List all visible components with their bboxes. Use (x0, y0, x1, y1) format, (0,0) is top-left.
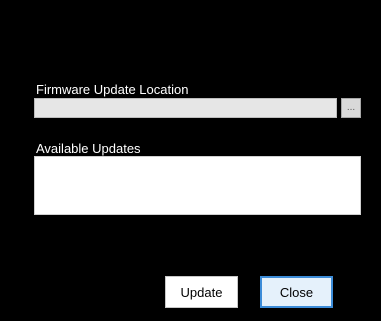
available-updates-list[interactable] (34, 156, 361, 215)
browse-button[interactable]: ... (341, 98, 361, 118)
update-button[interactable]: Update (165, 276, 238, 308)
firmware-location-label: Firmware Update Location (36, 82, 189, 97)
close-button[interactable]: Close (260, 276, 333, 308)
available-updates-label: Available Updates (36, 141, 141, 156)
firmware-update-dialog: Firmware Update Location ... Available U… (0, 0, 385, 321)
firmware-location-field[interactable] (34, 98, 337, 118)
